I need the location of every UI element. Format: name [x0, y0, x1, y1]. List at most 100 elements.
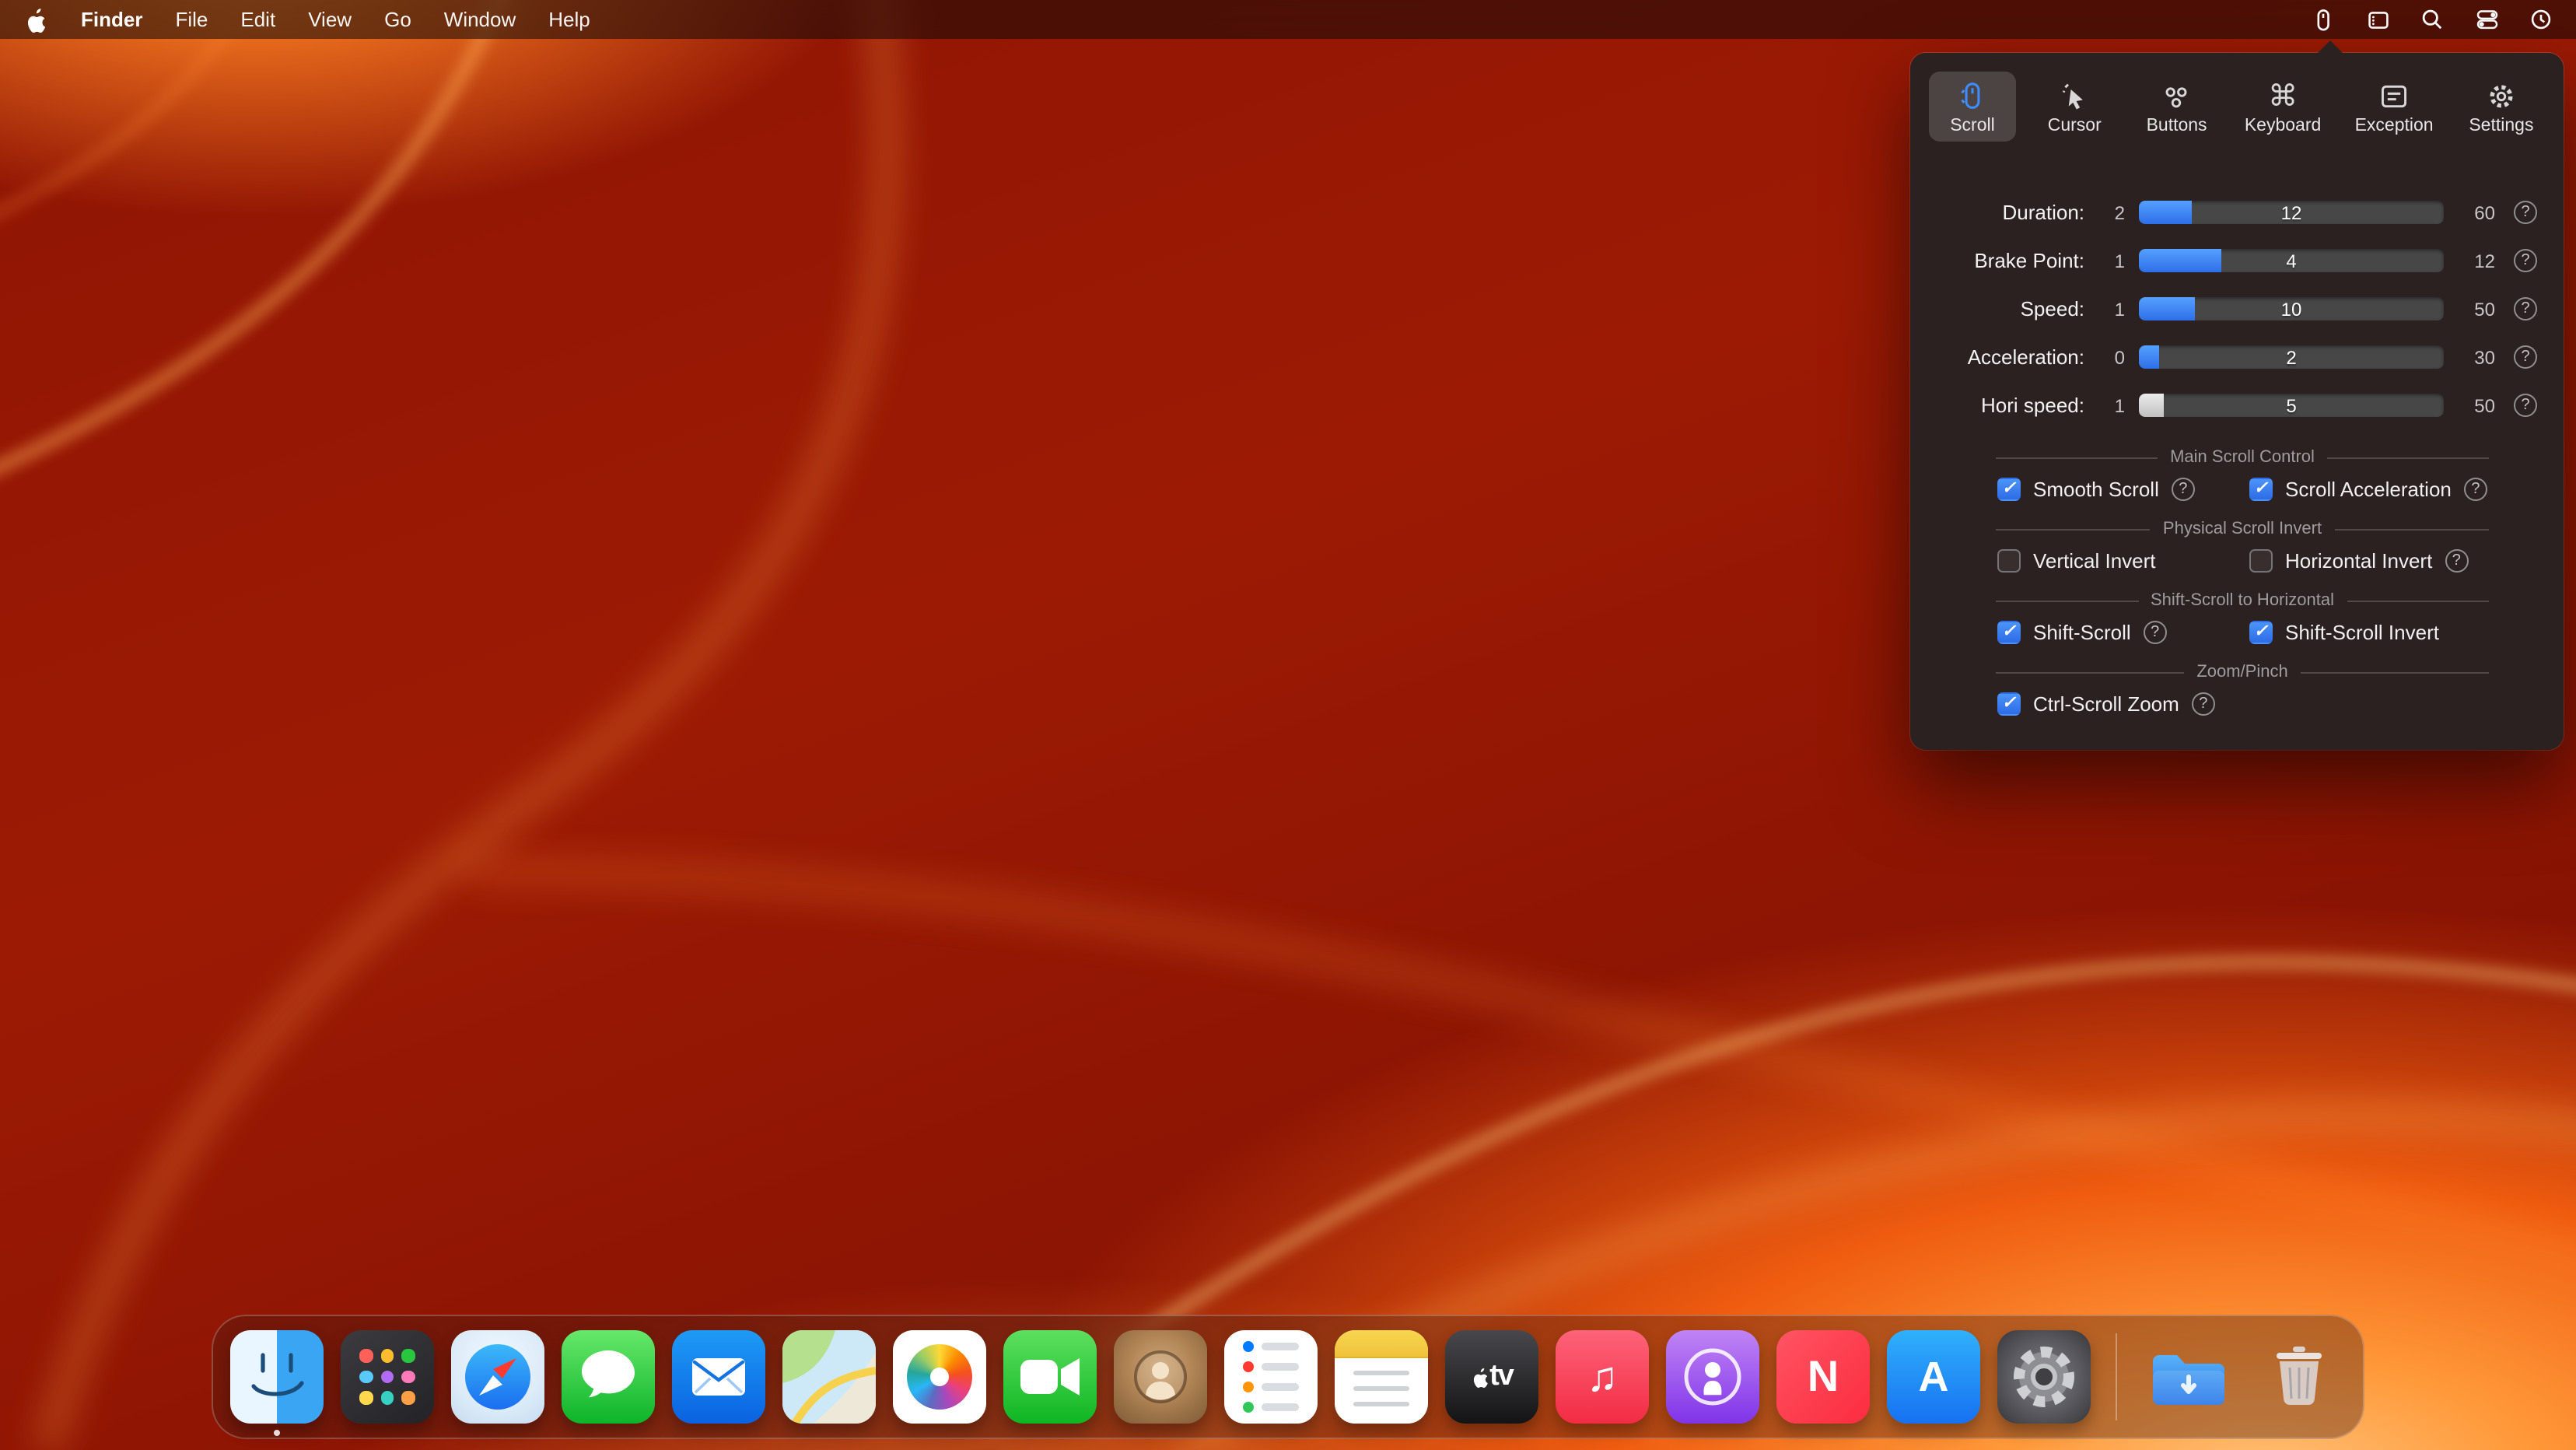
speed-slider[interactable]: 10	[2139, 297, 2444, 320]
slider-min: 1	[2091, 250, 2125, 271]
slider-max: 50	[2458, 298, 2495, 320]
menu-item-help[interactable]: Help	[548, 8, 590, 31]
checkbox-label: Vertical Invert	[2033, 549, 2156, 573]
slider-row-duration: Duration: 2 12 60 ?	[1910, 188, 2564, 236]
dock-item-maps[interactable]	[782, 1330, 876, 1424]
mos-preferences-popover: Scroll Cursor Buttons	[1910, 53, 2564, 750]
menu-item-go[interactable]: Go	[384, 8, 411, 31]
checkbox[interactable]: ✓	[2249, 478, 2273, 501]
control-center-icon[interactable]	[2473, 6, 2500, 33]
launchpad-icon	[341, 1330, 434, 1424]
shift-scroll-checkbox[interactable]: ✓ Shift-Scroll ?	[1997, 621, 2249, 644]
apple-menu[interactable]	[22, 6, 48, 33]
facetime-icon	[1003, 1330, 1097, 1424]
dock-item-podcasts[interactable]	[1666, 1330, 1759, 1424]
podcasts-icon	[1666, 1330, 1759, 1424]
slider-value: 10	[2139, 297, 2444, 320]
dock-item-downloads[interactable]	[2142, 1330, 2235, 1424]
menu-item-file[interactable]: File	[175, 8, 208, 31]
help-icon[interactable]: ?	[2464, 478, 2487, 501]
checkbox[interactable]: ✓	[1997, 692, 2021, 716]
tab-settings[interactable]: Settings	[2458, 72, 2545, 142]
dock-item-mail[interactable]	[672, 1330, 765, 1424]
help-icon[interactable]: ?	[2172, 478, 2195, 501]
messages-icon	[562, 1330, 655, 1424]
ctrl-scroll-zoom-checkbox[interactable]: ✓ Ctrl-Scroll Zoom ?	[1997, 692, 2215, 716]
tab-label: Scroll	[1950, 117, 1995, 135]
tab-label: Keyboard	[2245, 117, 2321, 135]
tab-label: Buttons	[2147, 117, 2207, 135]
section-title: Zoom/Pinch	[2196, 663, 2287, 681]
tab-keyboard[interactable]: ⌘ Keyboard	[2235, 72, 2330, 142]
slider-value: 4	[2139, 249, 2444, 272]
help-icon[interactable]: ?	[2514, 249, 2537, 272]
tab-buttons[interactable]: Buttons	[2133, 72, 2221, 142]
help-icon[interactable]: ?	[2514, 345, 2537, 369]
checkbox[interactable]: ✓	[1997, 621, 2021, 644]
section-header-main-scroll-control: Main Scroll Control	[1996, 448, 2489, 467]
slider-row-speed: Speed: 1 10 50 ?	[1910, 285, 2564, 333]
brake-point-slider[interactable]: 4	[2139, 249, 2444, 272]
menu-bar-status-area	[2310, 6, 2554, 33]
tab-scroll[interactable]: Scroll	[1929, 72, 2016, 142]
help-icon[interactable]: ?	[2514, 394, 2537, 417]
checkbox[interactable]: ✓	[1997, 478, 2021, 501]
section-header-zoom-pinch: Zoom/Pinch	[1996, 663, 2489, 681]
dock-item-tv[interactable]: tv	[1445, 1330, 1538, 1424]
section-header-shift-scroll: Shift-Scroll to Horizontal	[1996, 591, 2489, 610]
spotlight-icon[interactable]	[2419, 6, 2445, 33]
checkbox-label: Scroll Acceleration	[2285, 478, 2452, 501]
dock-item-launchpad[interactable]	[341, 1330, 434, 1424]
help-icon[interactable]: ?	[2445, 549, 2468, 573]
tab-exception[interactable]: Exception	[2346, 72, 2443, 142]
dock-item-news[interactable]: N	[1776, 1330, 1870, 1424]
dock-item-music[interactable]: ♫	[1556, 1330, 1649, 1424]
slider-label: Duration:	[1910, 201, 2084, 224]
menu-item-window[interactable]: Window	[444, 8, 516, 31]
dock-item-reminders[interactable]	[1224, 1330, 1318, 1424]
dock-item-notes[interactable]	[1335, 1330, 1428, 1424]
section-title: Shift-Scroll to Horizontal	[2151, 591, 2334, 610]
smooth-scroll-checkbox[interactable]: ✓ Smooth Scroll ?	[1997, 478, 2249, 501]
shift-scroll-invert-checkbox[interactable]: ✓ Shift-Scroll Invert	[2249, 621, 2439, 644]
help-icon[interactable]: ?	[2144, 621, 2167, 644]
dock-item-safari[interactable]	[451, 1330, 544, 1424]
active-app-name[interactable]: Finder	[81, 8, 142, 31]
dock-item-photos[interactable]	[893, 1330, 986, 1424]
checkbox[interactable]: ✓	[1997, 549, 2021, 573]
exception-icon	[2378, 79, 2410, 114]
system-settings-icon	[1997, 1330, 2091, 1424]
slider-row-hori-speed: Hori speed: 1 5 50 ?	[1910, 381, 2564, 429]
help-icon[interactable]: ?	[2192, 692, 2215, 716]
dock-item-contacts[interactable]	[1114, 1330, 1207, 1424]
dock-item-trash[interactable]	[2252, 1330, 2346, 1424]
vertical-invert-checkbox[interactable]: ✓ Vertical Invert	[1997, 549, 2249, 573]
dock-item-messages[interactable]	[562, 1330, 655, 1424]
slider-max: 30	[2458, 346, 2495, 368]
dock: tv ♫ N A	[212, 1315, 2364, 1439]
scroll-icon	[1958, 79, 1986, 114]
horizontal-invert-checkbox[interactable]: ✓ Horizontal Invert ?	[2249, 549, 2468, 573]
duration-slider[interactable]: 12	[2139, 201, 2444, 224]
dock-item-finder[interactable]	[230, 1330, 324, 1424]
menu-item-view[interactable]: View	[308, 8, 352, 31]
scroll-acceleration-checkbox[interactable]: ✓ Scroll Acceleration ?	[2249, 478, 2487, 501]
checkbox[interactable]: ✓	[2249, 549, 2273, 573]
window-icon[interactable]	[2364, 6, 2391, 33]
acceleration-slider[interactable]: 2	[2139, 345, 2444, 369]
menu-item-edit[interactable]: Edit	[240, 8, 275, 31]
tab-label: Settings	[2469, 117, 2533, 135]
slider-row-acceleration: Acceleration: 0 2 30 ?	[1910, 333, 2564, 381]
dock-item-facetime[interactable]	[1003, 1330, 1097, 1424]
tab-cursor[interactable]: Cursor	[2031, 72, 2118, 142]
checkbox[interactable]: ✓	[2249, 621, 2273, 644]
slider-group: Duration: 2 12 60 ? Brake Point: 1 4 12 …	[1910, 188, 2564, 429]
clock-icon[interactable]	[2528, 6, 2554, 33]
hori-speed-slider[interactable]: 5	[2139, 394, 2444, 417]
help-icon[interactable]: ?	[2514, 201, 2537, 224]
help-icon[interactable]: ?	[2514, 297, 2537, 320]
menu-bar: Finder File Edit View Go Window Help	[0, 0, 2576, 39]
dock-item-system-settings[interactable]	[1997, 1330, 2091, 1424]
dock-item-app-store[interactable]: A	[1887, 1330, 1980, 1424]
tab-label: Exception	[2355, 117, 2434, 135]
